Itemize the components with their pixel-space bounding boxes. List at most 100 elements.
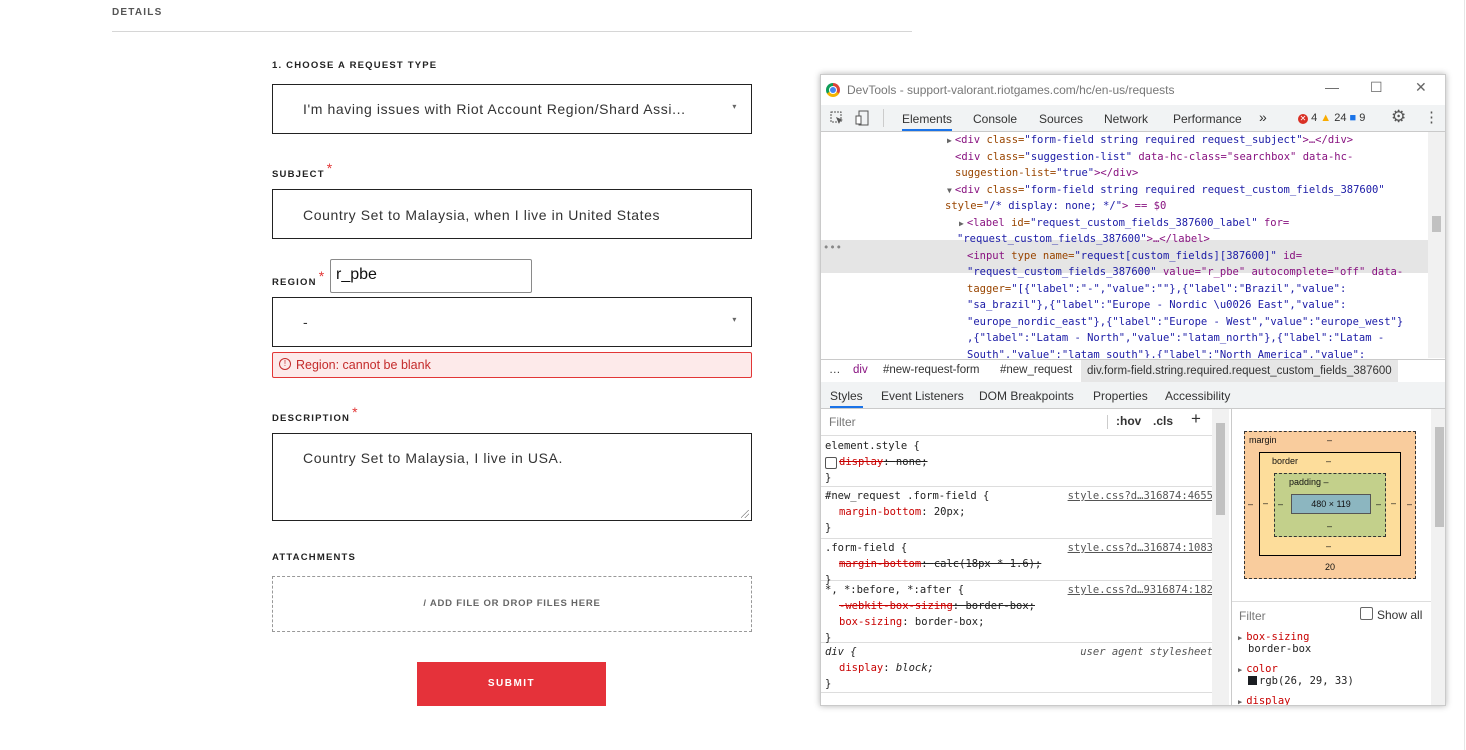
expand-arrow-icon[interactable]: ▶ bbox=[1238, 634, 1242, 642]
expand-arrow-icon[interactable]: ▶ bbox=[1238, 698, 1242, 705]
error-counter[interactable]: ✕ 4 ▲ 24 ■ 9 bbox=[1298, 112, 1365, 124]
css-rule[interactable]: #new_request .form-field {style.css?d…31… bbox=[821, 486, 1213, 539]
styles-scrollbar[interactable] bbox=[1212, 409, 1229, 705]
dom-node-line[interactable]: ▼ <div class="form-field string required … bbox=[947, 182, 1385, 200]
region-label: REGION * bbox=[272, 268, 325, 288]
box-model-content: 480 × 119 bbox=[1291, 494, 1371, 514]
dom-node-line[interactable]: "request_custom_fields_387600">…</label> bbox=[957, 231, 1210, 248]
elements-dom-tree[interactable]: ••• ▶ <div class="form-field string requi… bbox=[821, 132, 1429, 358]
dom-node-line[interactable]: ▶ <div class="form-field string required … bbox=[947, 132, 1353, 150]
dom-toggle-icon[interactable]: ▶ bbox=[947, 136, 952, 145]
css-declaration[interactable]: display: block; bbox=[839, 662, 934, 674]
css-source-link[interactable]: style.css?d…316874:1083 bbox=[1068, 542, 1213, 554]
css-declaration[interactable]: margin-bottom: calc(18px * 1.6); bbox=[839, 558, 1041, 570]
dom-node-line[interactable]: <div class="suggestion-list" data-hc-cla… bbox=[955, 149, 1353, 166]
color-swatch[interactable] bbox=[1248, 676, 1257, 685]
class-toggle[interactable]: .cls bbox=[1153, 414, 1173, 428]
css-declaration[interactable]: display: none; bbox=[825, 456, 928, 469]
dom-node-line[interactable]: <input type name="request[custom_fields]… bbox=[967, 248, 1302, 265]
computed-filter-input[interactable]: Filter bbox=[1239, 609, 1266, 623]
dom-toggle-icon[interactable]: ▶ bbox=[959, 219, 964, 228]
css-selector: *, *:before, *:after { bbox=[825, 584, 965, 596]
computed-property[interactable]: ▶ box-sizing border-box bbox=[1238, 631, 1311, 655]
tab-network[interactable]: Network bbox=[1104, 112, 1148, 126]
expand-arrow-icon[interactable]: ▶ bbox=[1238, 666, 1242, 674]
attachments-label: ATTACHMENTS bbox=[272, 552, 357, 563]
dom-node-line[interactable]: South","value":"latam_south"},{"label":"… bbox=[967, 347, 1365, 359]
declaration-checkbox[interactable] bbox=[825, 457, 837, 469]
css-source-link[interactable]: style.css?d…9316874:182 bbox=[1068, 584, 1213, 596]
computed-property[interactable]: ▶ color rgb(26, 29, 33) bbox=[1238, 663, 1354, 687]
tab-dom-breakpoints[interactable]: DOM Breakpoints bbox=[979, 389, 1074, 403]
computed-scroll-thumb[interactable] bbox=[1435, 427, 1444, 527]
breadcrumb-item[interactable]: div bbox=[853, 364, 868, 376]
css-declaration[interactable]: box-sizing: border-box; bbox=[839, 616, 984, 628]
tab-performance[interactable]: Performance bbox=[1173, 112, 1242, 126]
dom-node-line[interactable]: "europe_nordic_east"},{"label":"Europe -… bbox=[967, 314, 1403, 331]
css-declaration[interactable]: margin-bottom: 20px; bbox=[839, 506, 965, 518]
computed-value-row: border-box bbox=[1248, 643, 1311, 655]
subject-input[interactable]: Country Set to Malaysia, when I live in … bbox=[272, 189, 752, 239]
region-text-input[interactable]: r_pbe bbox=[330, 259, 532, 293]
padding-left-value: – bbox=[1278, 499, 1284, 509]
computed-property-value: rgb(26, 29, 33) bbox=[1259, 675, 1354, 687]
css-rule[interactable]: element.style {display: none;} bbox=[821, 436, 1213, 487]
breadcrumb-item[interactable]: #new-request-form bbox=[883, 364, 980, 376]
kebab-menu-icon[interactable]: ⋮ bbox=[1424, 108, 1439, 126]
dom-node-line[interactable]: tagger="[{"label":"-","value":""},{"labe… bbox=[967, 281, 1346, 298]
breadcrumb-item[interactable]: #new_request bbox=[1000, 364, 1072, 376]
dom-node-line[interactable]: style="/* display: none; */"> == $0 bbox=[945, 198, 1166, 215]
dom-tree-scrollbar[interactable] bbox=[1428, 132, 1445, 358]
attachments-dropzone[interactable]: / ADD FILE OR DROP FILES HERE bbox=[272, 576, 752, 632]
filter-divider bbox=[1107, 415, 1108, 429]
tab-properties[interactable]: Properties bbox=[1093, 389, 1148, 403]
minimize-icon[interactable]: — bbox=[1325, 79, 1339, 95]
maximize-icon[interactable]: ☐ bbox=[1370, 79, 1383, 96]
css-rule[interactable]: .form-field {style.css?d…316874:1083 marg… bbox=[821, 538, 1213, 586]
region-select[interactable]: - ▾ bbox=[272, 297, 752, 347]
close-icon[interactable]: ✕ bbox=[1415, 79, 1427, 96]
subject-label-text: SUBJECT bbox=[272, 169, 325, 180]
dom-node-line[interactable]: "request_custom_fields_387600" value="r_… bbox=[967, 264, 1403, 281]
dom-toggle-icon[interactable]: ▼ bbox=[947, 186, 952, 195]
new-rule-icon[interactable]: + bbox=[1191, 409, 1201, 429]
request-type-select[interactable]: I'm having issues with Riot Account Regi… bbox=[272, 84, 752, 134]
css-rule[interactable]: *, *:before, *:after { style.css?d…931687… bbox=[821, 580, 1213, 644]
dom-node-line[interactable]: ,{"label":"Latam - North","value":"latam… bbox=[967, 330, 1384, 347]
tab-event-listeners[interactable]: Event Listeners bbox=[881, 389, 964, 403]
node-options-icon[interactable]: ••• bbox=[823, 240, 842, 257]
devtools-titlebar[interactable]: DevTools - support-valorant.riotgames.co… bbox=[821, 75, 1445, 105]
computed-property[interactable]: ▶ display bbox=[1238, 695, 1290, 705]
hover-state-toggle[interactable]: :hov bbox=[1116, 414, 1141, 428]
tab-console[interactable]: Console bbox=[973, 112, 1017, 126]
styles-filter-input[interactable]: Filter bbox=[829, 415, 856, 429]
tab-accessibility[interactable]: Accessibility bbox=[1165, 389, 1230, 403]
dom-tree-scroll-thumb[interactable] bbox=[1432, 216, 1441, 232]
dom-tag: <label bbox=[966, 216, 1012, 229]
tab-styles[interactable]: Styles bbox=[830, 389, 863, 408]
submit-button[interactable]: SUBMIT bbox=[417, 662, 606, 706]
computed-scrollbar[interactable] bbox=[1431, 409, 1445, 705]
breadcrumb-item-current[interactable]: div.form-field.string.required.request_c… bbox=[1081, 360, 1398, 382]
description-textarea[interactable]: Country Set to Malaysia, I live in USA. bbox=[272, 433, 752, 521]
chevron-down-icon: ▾ bbox=[732, 315, 737, 324]
styles-scroll-thumb[interactable] bbox=[1216, 423, 1225, 515]
show-all-checkbox[interactable] bbox=[1360, 607, 1373, 620]
tab-elements[interactable]: Elements bbox=[902, 112, 953, 131]
css-rule[interactable]: div {user agent stylesheet display: block… bbox=[821, 642, 1213, 693]
tab-sources[interactable]: Sources bbox=[1039, 112, 1083, 126]
css-declaration[interactable]: -webkit-box-sizing: border-box; bbox=[839, 600, 1035, 612]
css-selector: element.style { bbox=[825, 440, 920, 452]
css-source-link[interactable]: style.css?d…316874:4655 bbox=[1068, 490, 1213, 502]
dom-node-line[interactable]: ▶ <label id="request_custom_fields_387600… bbox=[959, 215, 1289, 233]
margin-bottom-value: 20 bbox=[1325, 562, 1336, 572]
dom-node-line[interactable]: suggestion-list="true"></div> bbox=[955, 165, 1138, 182]
border-top-value: – bbox=[1326, 456, 1332, 466]
inspect-element-icon[interactable] bbox=[830, 111, 844, 125]
breadcrumb-item[interactable]: … bbox=[829, 364, 841, 376]
more-tabs-icon[interactable]: » bbox=[1259, 109, 1267, 125]
device-toolbar-icon[interactable] bbox=[855, 110, 871, 126]
resize-handle-icon[interactable] bbox=[741, 510, 749, 518]
gear-icon[interactable]: ⚙ bbox=[1391, 107, 1406, 127]
dom-node-line[interactable]: "sa_brazil"},{"label":"Europe - Nordic \… bbox=[967, 297, 1346, 314]
